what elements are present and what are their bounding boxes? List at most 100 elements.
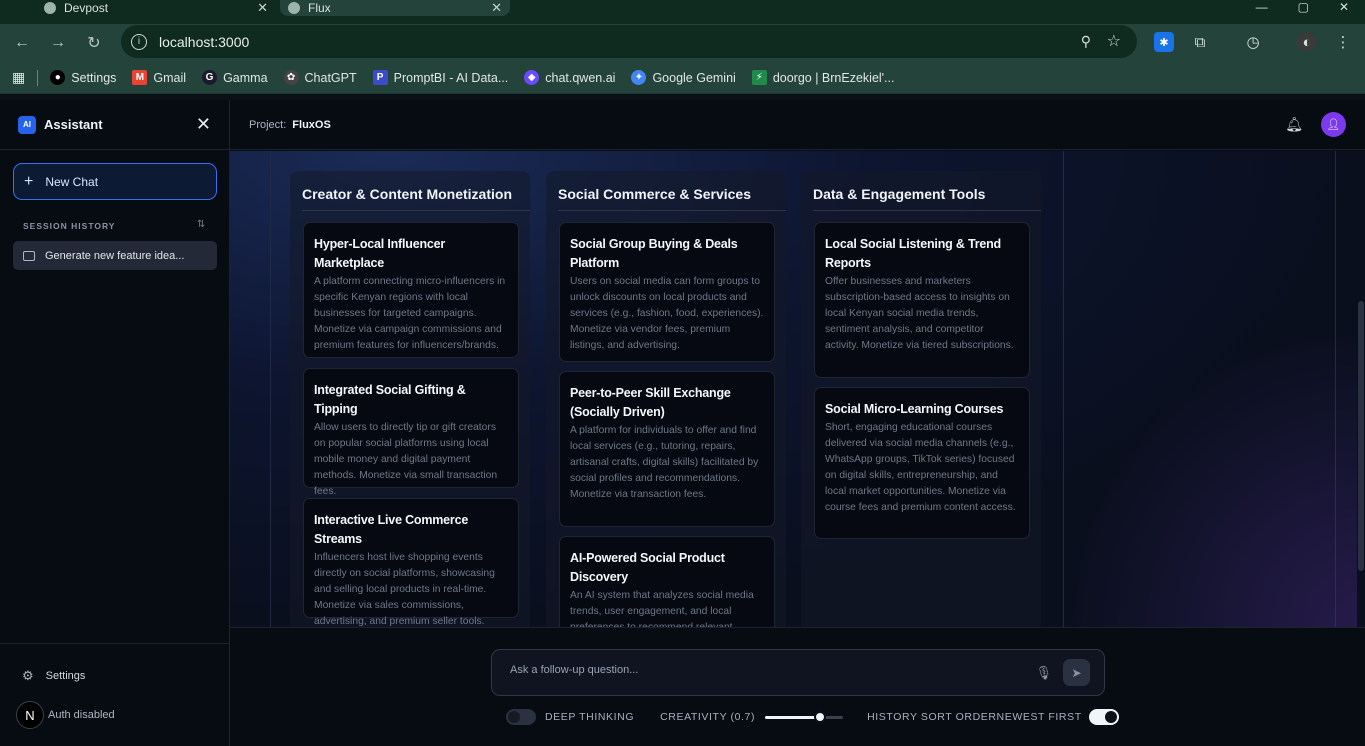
idea-card[interactable]: Interactive Live Commerce Streams Influe…	[303, 498, 519, 627]
site-info-icon[interactable]: i	[131, 33, 147, 50]
bookmark-label: chat.qwen.ai	[545, 70, 616, 85]
bookmark-gamma[interactable]: G Gamma	[202, 70, 268, 85]
gmail-icon: M	[132, 70, 148, 85]
idea-card[interactable]: AI-Powered Social Product Discovery An A…	[559, 536, 775, 627]
project-label: Project:	[249, 118, 287, 131]
extension-icon[interactable]: ✱	[1154, 32, 1174, 52]
gear-icon: ⚙	[22, 668, 34, 683]
browser-tab-strip: Devpost ✕ Flux ✕ — ▢ ✕	[0, 0, 1365, 24]
scrollbar-thumb[interactable]	[1358, 301, 1364, 571]
idea-board: Creator & Content Monetization Hyper-Loc…	[270, 151, 1336, 627]
close-tab-icon[interactable]: ✕	[491, 0, 502, 16]
profile-avatar-icon[interactable]: ◐	[1297, 32, 1317, 52]
address-bar[interactable]: i localhost:3000 ⚲ ☆	[121, 25, 1137, 58]
sidebar-footer: ⚙ Settings N Auth disabled	[0, 643, 229, 746]
sidebar: AI Assistant ✕ + New Chat SESSION HISTOR…	[0, 100, 230, 746]
idea-card[interactable]: Hyper-Local Influencer Marketplace A pla…	[303, 222, 519, 358]
bookmark-label: Gamma	[223, 70, 268, 85]
card-title: Local Social Listening & Trend Reports	[825, 237, 1001, 270]
column-title: Data & Engagement Tools	[813, 186, 986, 202]
bell-icon[interactable]: 🔔︎	[1285, 116, 1303, 133]
follow-up-input-box: 🎙︎ ➤	[491, 649, 1105, 696]
idea-card[interactable]: Social Group Buying & Deals Platform Use…	[559, 222, 775, 362]
chatgpt-icon: ✿	[283, 70, 299, 85]
minimize-icon[interactable]: —	[1256, 0, 1268, 14]
card-description: An AI system that analyzes social media …	[570, 590, 754, 627]
idea-card[interactable]: Peer-to-Peer Skill Exchange (Socially Dr…	[559, 371, 775, 527]
settings-button[interactable]: ⚙ Settings	[22, 668, 85, 684]
close-tab-icon[interactable]: ✕	[257, 0, 268, 16]
qwen-icon: ◆	[524, 70, 540, 85]
extensions-puzzle-icon[interactable]: ⧉	[1190, 32, 1210, 52]
top-bar: Project: FluxOS 🔔︎ 👤︎	[230, 100, 1365, 150]
send-button[interactable]: ➤	[1063, 659, 1090, 686]
bookmark-qwen[interactable]: ◆ chat.qwen.ai	[524, 70, 615, 85]
apps-grid-icon[interactable]: ▦	[12, 69, 25, 86]
history-icon[interactable]: ◷	[1243, 32, 1263, 52]
browser-menu-icon[interactable]: ⋮	[1333, 32, 1353, 52]
column-title: Creator & Content Monetization	[302, 186, 512, 202]
idea-card[interactable]: Local Social Listening & Trend Reports O…	[814, 222, 1030, 378]
card-title: Hyper-Local Influencer Marketplace	[314, 237, 446, 270]
card-description: A platform connecting micro-influencers …	[314, 276, 506, 351]
creativity-label: CREATIVITY (0.7)	[660, 711, 756, 723]
session-label: Generate new feature idea...	[45, 249, 185, 262]
app-root: AI Assistant ✕ + New Chat SESSION HISTOR…	[0, 100, 1365, 746]
card-title: Peer-to-Peer Skill Exchange (Socially Dr…	[570, 386, 731, 419]
plus-icon: +	[24, 172, 34, 190]
github-icon: ●	[50, 70, 66, 85]
bookmark-settings[interactable]: ● Settings	[50, 70, 116, 85]
session-item[interactable]: Generate new feature idea...	[13, 241, 217, 270]
card-title: Integrated Social Gifting & Tipping	[314, 383, 466, 416]
bookmark-doorgo[interactable]: ⚡ doorgo | BrnEzekiel'...	[751, 70, 894, 85]
back-icon[interactable]: ←	[11, 32, 33, 54]
gemini-icon: ✦	[631, 70, 647, 85]
close-sidebar-icon[interactable]: ✕	[196, 114, 211, 135]
url-text[interactable]: localhost:3000	[159, 34, 249, 50]
deep-thinking-toggle[interactable]	[506, 709, 536, 725]
card-title: Social Micro-Learning Courses	[825, 402, 1004, 416]
project-name[interactable]: FluxOS	[292, 119, 331, 131]
content-scrollbar[interactable]	[1357, 151, 1365, 627]
follow-up-input[interactable]	[510, 664, 1010, 676]
flux-favicon-icon	[288, 2, 300, 14]
bookmark-label: Settings	[71, 70, 117, 85]
creativity-slider[interactable]	[765, 709, 844, 725]
sort-icon[interactable]: ⇅	[197, 219, 205, 230]
bookmark-gmail[interactable]: M Gmail	[132, 70, 186, 85]
user-avatar[interactable]: 👤︎	[1321, 112, 1346, 137]
gamma-icon: G	[202, 70, 218, 85]
history-sort-value: NEWEST FIRST	[996, 711, 1082, 723]
new-chat-button[interactable]: + New Chat	[13, 163, 217, 200]
close-window-icon[interactable]: ✕	[1339, 0, 1349, 14]
zoom-icon[interactable]: ⚲	[1081, 33, 1091, 50]
bookmark-gemini[interactable]: ✦ Google Gemini	[631, 70, 736, 85]
bookmark-star-icon[interactable]: ☆	[1107, 31, 1121, 51]
browser-tab-flux[interactable]: Flux ✕	[280, 0, 510, 16]
microphone-icon[interactable]: 🎙︎	[1035, 665, 1052, 681]
deep-thinking-label: DEEP THINKING	[545, 711, 635, 723]
bookmark-promptbi[interactable]: P PromptBI - AI Data...	[372, 70, 508, 85]
forward-icon[interactable]: →	[47, 32, 69, 54]
composer: 🎙︎ ➤ DEEP THINKING CREATIVITY (0.7) HIST…	[230, 627, 1365, 746]
history-sort-toggle[interactable]	[1088, 709, 1119, 725]
user-initial-avatar[interactable]: N	[16, 701, 44, 729]
divider	[558, 210, 786, 211]
browser-toolbar: ← → ↻ i localhost:3000 ⚲ ☆ ✱ ⧉ ◷ ◐ ⋮	[0, 24, 1365, 62]
browser-tab-devpost[interactable]: Devpost ✕	[36, 0, 276, 16]
idea-card[interactable]: Integrated Social Gifting & Tipping Allo…	[303, 368, 519, 497]
idea-card[interactable]: Social Micro-Learning Courses Short, eng…	[814, 387, 1030, 539]
devpost-favicon-icon	[44, 2, 56, 14]
bookmark-label: Gmail	[153, 70, 187, 85]
card-title: AI-Powered Social Product Discovery	[570, 551, 725, 584]
bookmark-label: Google Gemini	[652, 70, 736, 85]
new-chat-label: New Chat	[45, 174, 99, 189]
reload-icon[interactable]: ↻	[83, 32, 105, 54]
card-description: Influencers host live shopping events di…	[314, 552, 495, 627]
card-description: Allow users to directly tip or gift crea…	[314, 422, 498, 497]
promptbi-icon: P	[372, 70, 388, 85]
column-social-commerce: Social Commerce & Services Social Group …	[546, 171, 786, 627]
slider-thumb[interactable]	[813, 711, 826, 723]
bookmark-chatgpt[interactable]: ✿ ChatGPT	[283, 70, 357, 85]
maximize-icon[interactable]: ▢	[1298, 0, 1309, 14]
